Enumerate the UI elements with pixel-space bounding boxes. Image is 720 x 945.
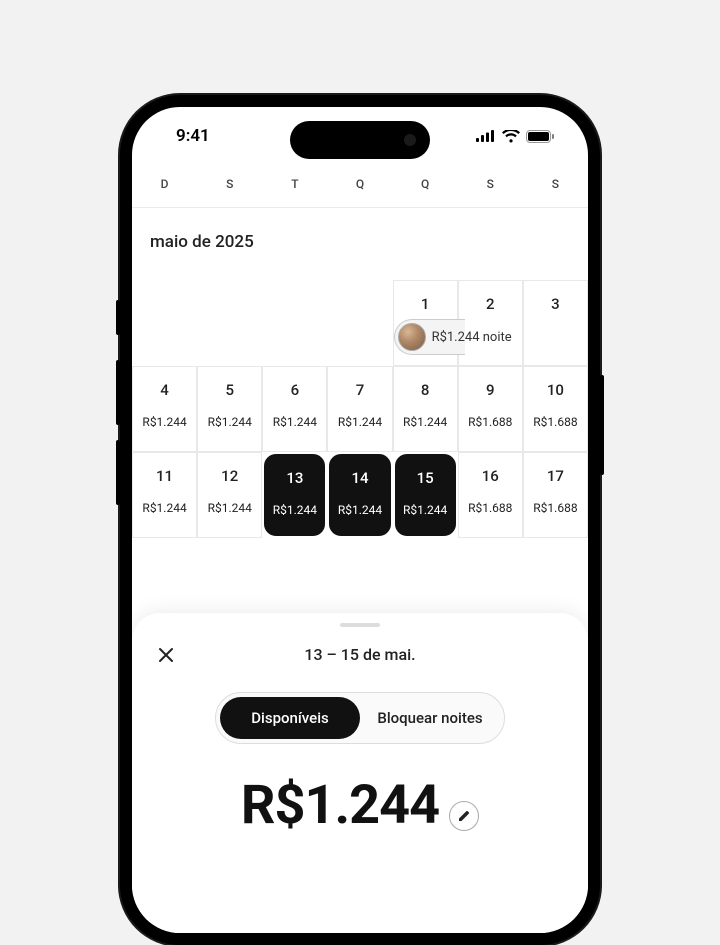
weekday-label: S xyxy=(523,177,588,191)
price-row: R$1.244 xyxy=(156,774,564,837)
side-button xyxy=(116,300,120,335)
calendar-cell[interactable]: 11 R$1.244 xyxy=(132,452,197,538)
day-number: 6 xyxy=(291,381,300,399)
month-label: maio de 2025 xyxy=(132,208,588,280)
day-price: R$1.244 xyxy=(142,415,186,429)
day-number: 13 xyxy=(286,469,303,487)
battery-icon xyxy=(526,130,554,143)
day-price: R$1.244 xyxy=(338,415,382,429)
day-number: 11 xyxy=(156,467,173,485)
nightly-price: R$1.244 xyxy=(241,774,439,837)
avatar xyxy=(398,323,426,351)
day-price: R$1.244 xyxy=(403,415,447,429)
volume-down-button xyxy=(116,440,120,505)
calendar-cell[interactable]: 1R$1.244 noite xyxy=(393,280,458,366)
power-button xyxy=(600,375,604,475)
weekday-label: Q xyxy=(327,177,392,191)
toggle-available[interactable]: Disponíveis xyxy=(220,697,360,739)
phone-frame: 9:41 D S T Q Q S S maio de 2025 1R$1.244… xyxy=(120,95,600,945)
sheet-title: 13 – 15 de mai. xyxy=(156,645,564,664)
volume-up-button xyxy=(116,360,120,425)
screen: 9:41 D S T Q Q S S maio de 2025 1R$1.244… xyxy=(132,107,588,933)
calendar-cell[interactable]: 10 R$1.688 xyxy=(523,366,588,452)
status-icons xyxy=(476,130,554,143)
calendar-cell[interactable]: 13 R$1.244 xyxy=(264,454,325,536)
close-button[interactable] xyxy=(156,645,176,665)
calendar-cell-blank xyxy=(197,280,262,366)
calendar-cell[interactable]: 7 R$1.244 xyxy=(327,366,392,452)
calendar-cell[interactable]: 17 R$1.688 xyxy=(523,452,588,538)
calendar-cell[interactable]: 6 R$1.244 xyxy=(262,366,327,452)
edit-price-button[interactable] xyxy=(449,801,479,831)
calendar-cell[interactable]: 9 R$1.688 xyxy=(458,366,523,452)
day-number: 17 xyxy=(547,467,564,485)
day-number: 3 xyxy=(551,295,560,313)
status-time: 9:41 xyxy=(176,126,210,146)
calendar-cell-blank xyxy=(132,280,197,366)
weekday-label: S xyxy=(458,177,523,191)
day-number: 14 xyxy=(351,469,368,487)
weekday-label: T xyxy=(262,177,327,191)
calendar-cell[interactable]: 4 R$1.244 xyxy=(132,366,197,452)
weekday-label: D xyxy=(132,177,197,191)
calendar-cell[interactable]: 2 xyxy=(458,280,523,366)
day-number: 4 xyxy=(160,381,169,399)
availability-toggle: Disponíveis Bloquear noites xyxy=(215,692,505,744)
calendar-cell[interactable]: 8 R$1.244 xyxy=(393,366,458,452)
calendar-cell[interactable]: 3 xyxy=(523,280,588,366)
day-number: 12 xyxy=(221,467,238,485)
day-price: R$1.688 xyxy=(533,501,577,515)
day-price: R$1.244 xyxy=(403,503,447,517)
calendar-cell[interactable]: 15 R$1.244 xyxy=(395,454,456,536)
weekday-header: D S T Q Q S S xyxy=(132,165,588,208)
calendar-grid: 1R$1.244 noite234R$1.2445R$1.2446R$1.244… xyxy=(132,280,588,538)
weekday-label: S xyxy=(197,177,262,191)
sheet-header: 13 – 15 de mai. xyxy=(156,645,564,664)
day-number: 1 xyxy=(421,295,430,313)
calendar-cell[interactable]: 12 R$1.244 xyxy=(197,452,262,538)
day-number: 16 xyxy=(482,467,499,485)
calendar-cell-blank xyxy=(262,280,327,366)
weekday-label: Q xyxy=(393,177,458,191)
day-price: R$1.244 xyxy=(208,501,252,515)
day-price: R$1.244 xyxy=(273,503,317,517)
booking-pill[interactable]: R$1.244 noite xyxy=(394,319,465,355)
day-number: 2 xyxy=(486,295,495,313)
day-number: 15 xyxy=(417,469,434,487)
day-number: 5 xyxy=(225,381,234,399)
day-number: 8 xyxy=(421,381,430,399)
toggle-block[interactable]: Bloquear noites xyxy=(360,697,500,739)
day-number: 7 xyxy=(356,381,365,399)
calendar-cell[interactable]: 14 R$1.244 xyxy=(329,454,390,536)
dynamic-island xyxy=(290,121,430,159)
wifi-icon xyxy=(502,130,520,143)
day-price: R$1.244 xyxy=(142,501,186,515)
bottom-sheet: 13 – 15 de mai. Disponíveis Bloquear noi… xyxy=(132,613,588,933)
day-number: 9 xyxy=(486,381,495,399)
day-price: R$1.688 xyxy=(468,501,512,515)
day-price: R$1.244 xyxy=(208,415,252,429)
day-price: R$1.688 xyxy=(468,415,512,429)
day-price: R$1.244 xyxy=(273,415,317,429)
calendar-cell[interactable]: 5 R$1.244 xyxy=(197,366,262,452)
cellular-icon xyxy=(476,130,496,142)
calendar-cell-blank xyxy=(327,280,392,366)
close-icon xyxy=(156,645,176,665)
day-price: R$1.244 xyxy=(338,503,382,517)
calendar-cell[interactable]: 16 R$1.688 xyxy=(458,452,523,538)
booking-label: R$1.244 noite xyxy=(432,330,512,345)
sheet-grabber[interactable] xyxy=(340,623,380,627)
day-price: R$1.688 xyxy=(533,415,577,429)
day-number: 10 xyxy=(547,381,564,399)
pencil-icon xyxy=(457,809,471,823)
